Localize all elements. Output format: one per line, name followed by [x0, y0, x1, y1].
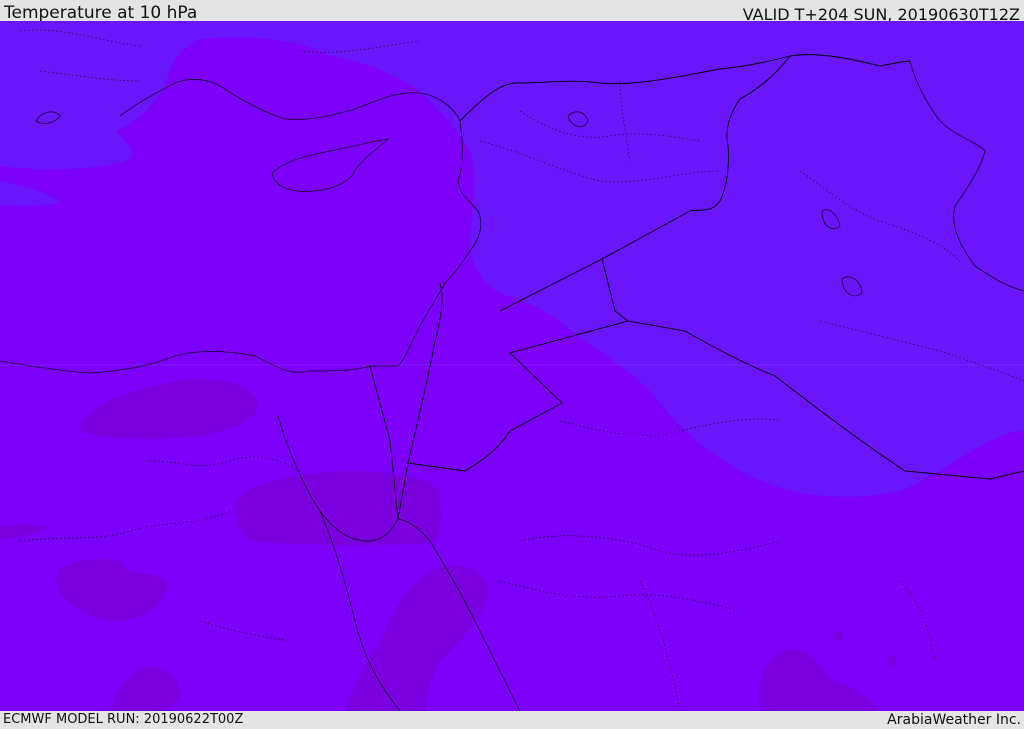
footer-bar: ECMWF MODEL RUN: 20190622T00Z ArabiaWeat… — [0, 711, 1024, 729]
credit-text: ArabiaWeather Inc. — [887, 712, 1021, 728]
model-run-text: ECMWF MODEL RUN: 20190622T00Z — [3, 712, 244, 727]
map-title: Temperature at 10 hPa — [4, 3, 198, 23]
warm-dot-2 — [887, 656, 897, 666]
weather-map — [0, 21, 1024, 711]
warm-dot-1 — [833, 631, 843, 641]
temperature-map-svg — [0, 21, 1024, 711]
header-bar: Temperature at 10 hPa VALID T+204 SUN, 2… — [0, 0, 1024, 24]
